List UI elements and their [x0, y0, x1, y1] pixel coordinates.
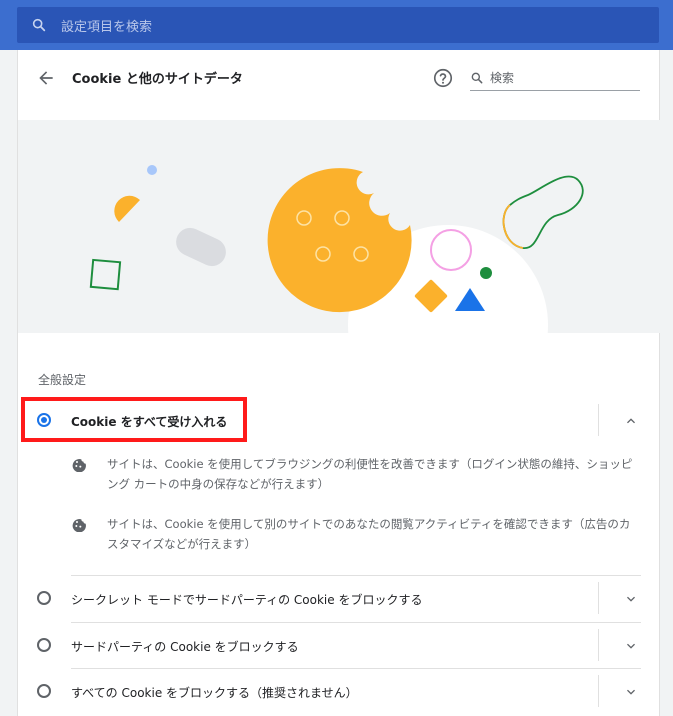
- settings-card: Cookie と他のサイトデータ 検索 全般設定 Cookie をすべて受け入れ…: [17, 50, 661, 716]
- chevron-down-icon[interactable]: [623, 591, 639, 607]
- option-label: サードパーティの Cookie をブロックする: [71, 640, 299, 654]
- cookie-search-field[interactable]: [470, 68, 640, 91]
- radio-accept-all[interactable]: [37, 413, 51, 427]
- detail-text: サイトは、Cookie を使用してブラウジングの利便性を改善できます（ログイン状…: [107, 457, 633, 491]
- settings-search-placeholder: 設定項目を検索: [61, 19, 153, 35]
- search-icon: [32, 18, 46, 32]
- option-label: シークレット モードでサードパーティの Cookie をブロックする: [71, 593, 423, 607]
- help-icon[interactable]: [432, 67, 454, 89]
- arrow-back-icon[interactable]: [36, 68, 56, 88]
- top-bar: 設定項目を検索: [0, 0, 673, 50]
- divider: [598, 629, 599, 661]
- cookie-icon: [72, 519, 86, 532]
- detail-text: サイトは、Cookie を使用して別のサイトでのあなたの閲覧アクティビティを確認…: [107, 517, 631, 551]
- search-icon: [471, 72, 483, 84]
- divider: [598, 404, 599, 436]
- settings-search-field[interactable]: 設定項目を検索: [17, 7, 659, 43]
- chevron-down-icon[interactable]: [623, 684, 639, 700]
- radio-block-third-party-incognito[interactable]: [37, 591, 51, 605]
- divider: [598, 675, 599, 707]
- cookie-search-input[interactable]: [490, 68, 638, 88]
- left-gutter: [0, 50, 17, 716]
- section-label: 全般設定: [38, 373, 87, 387]
- page-title: Cookie と他のサイトデータ: [72, 72, 243, 87]
- chevron-up-icon[interactable]: [623, 413, 639, 429]
- option-accept-all[interactable]: Cookie をすべて受け入れる: [18, 398, 661, 444]
- divider: [598, 582, 599, 614]
- option-label: Cookie をすべて受け入れる: [71, 415, 228, 429]
- option-block-third-party[interactable]: サードパーティの Cookie をブロックする: [18, 623, 661, 669]
- radio-block-all[interactable]: [37, 684, 51, 698]
- cookie-icon: [72, 459, 86, 472]
- right-gutter: [660, 50, 673, 716]
- page-header: Cookie と他のサイトデータ: [18, 50, 661, 120]
- radio-block-third-party[interactable]: [37, 638, 51, 652]
- option-label: すべての Cookie をブロックする（推奨されません）: [71, 686, 358, 700]
- chevron-down-icon[interactable]: [623, 638, 639, 654]
- option-block-all[interactable]: すべての Cookie をブロックする（推奨されません）: [18, 669, 661, 715]
- option-block-third-party-incognito[interactable]: シークレット モードでサードパーティの Cookie をブロックする: [18, 576, 661, 622]
- cookie-illustration: [18, 120, 661, 333]
- illustration-graphic: [89, 165, 584, 333]
